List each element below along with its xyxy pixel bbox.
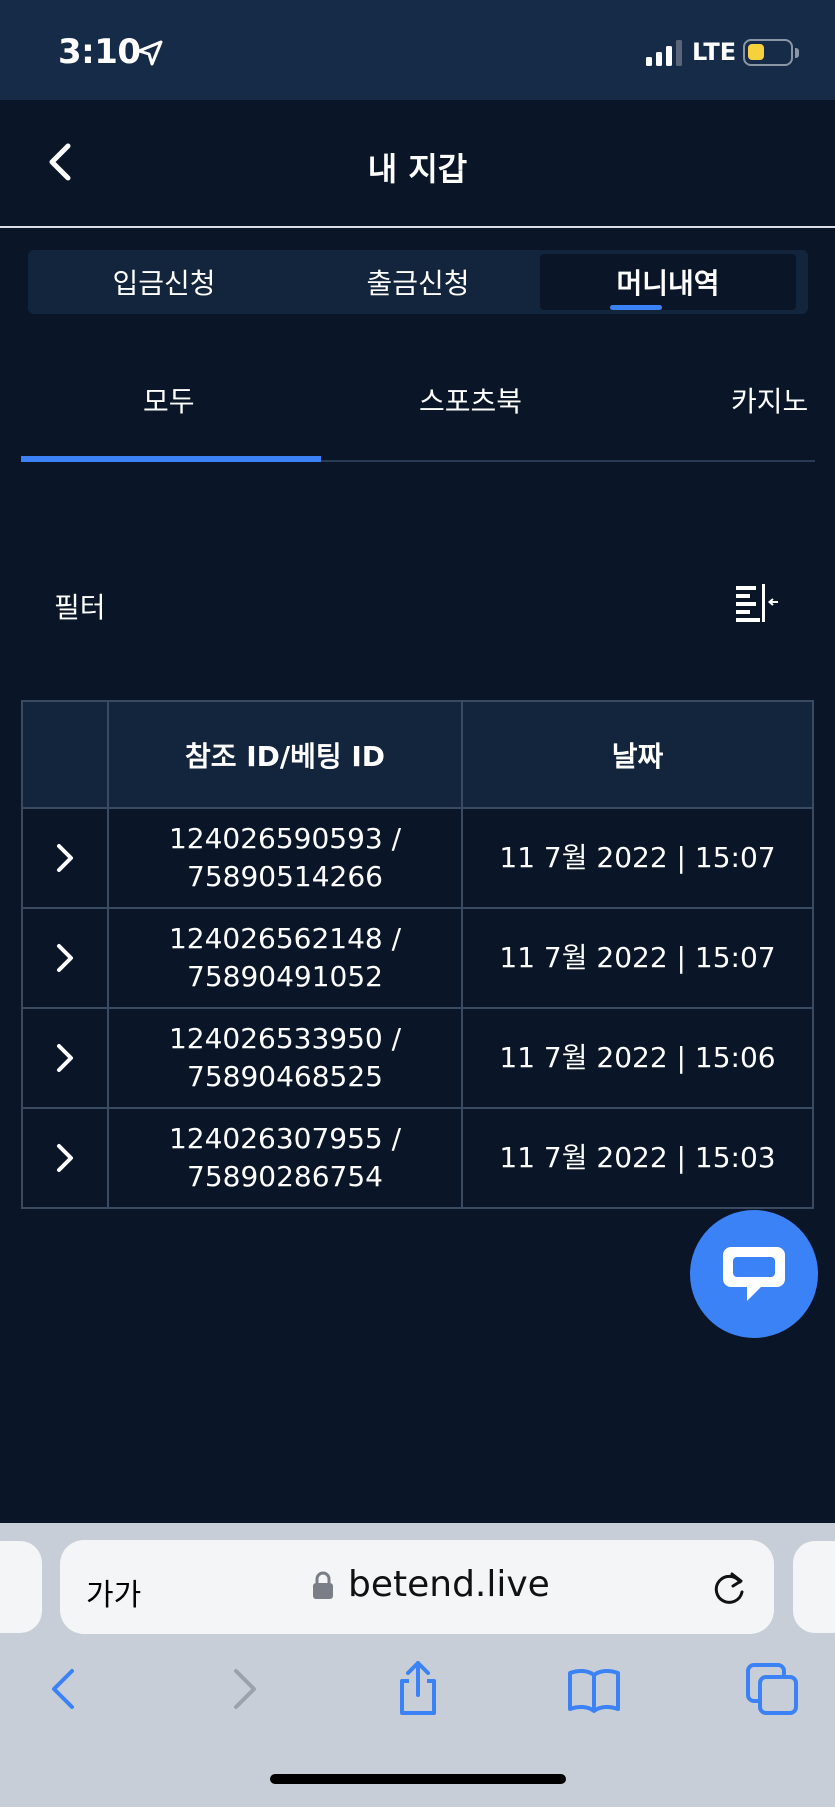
address-bar[interactable]: 가가 betend.live xyxy=(60,1540,774,1634)
ref-cell: 124026562148 / 75890491052 xyxy=(107,907,463,1009)
subtab-all[interactable]: 모두 xyxy=(143,380,195,420)
chat-icon xyxy=(723,1247,785,1301)
tab-money-history[interactable]: 머니내역 xyxy=(540,254,796,310)
battery-icon xyxy=(743,39,793,66)
ref-id: 124026590593 / xyxy=(168,822,402,855)
lock-icon xyxy=(313,1571,333,1599)
bet-id: 75890286754 xyxy=(187,1160,383,1193)
bet-id: 75890468525 xyxy=(187,1060,383,1093)
ref-cell: 124026307955 / 75890286754 xyxy=(107,1107,463,1209)
tabs-icon[interactable] xyxy=(744,1661,800,1717)
filter-icon[interactable] xyxy=(734,580,780,624)
chevron-right-icon[interactable] xyxy=(53,841,77,875)
table-row[interactable]: 124026533950 / 75890468525 11 7월 2022 | 1… xyxy=(21,1007,814,1109)
home-indicator xyxy=(270,1774,566,1784)
sub-tabs: 모두 스포츠북 카지노 xyxy=(21,360,815,464)
chevron-right-icon[interactable] xyxy=(53,1041,77,1075)
subtab-active-indicator xyxy=(21,456,321,462)
date-cell: 11 7월 2022 | 15:07 xyxy=(461,807,814,909)
battery-level xyxy=(748,44,764,60)
reload-icon[interactable] xyxy=(710,1568,748,1608)
active-tab-indicator xyxy=(610,305,662,310)
chevron-right-icon[interactable] xyxy=(53,941,77,975)
header: 내 지갑 xyxy=(0,100,835,228)
bet-id: 75890491052 xyxy=(187,960,383,993)
table-row[interactable]: 124026590593 / 75890514266 11 7월 2022 | 1… xyxy=(21,807,814,909)
subtab-sportsbook[interactable]: 스포츠북 xyxy=(419,380,522,420)
status-time: 3:10 xyxy=(58,32,141,72)
tab-deposit[interactable]: 입금신청 xyxy=(36,254,292,310)
ref-id: 124026307955 / xyxy=(168,1122,402,1155)
url-text[interactable]: betend.live xyxy=(348,1564,550,1605)
date-cell: 11 7월 2022 | 15:07 xyxy=(461,907,814,1009)
text-size-button[interactable]: 가가 xyxy=(86,1570,141,1614)
subtab-casino[interactable]: 카지노 xyxy=(731,380,808,420)
tab-withdraw[interactable]: 출금신청 xyxy=(290,254,546,310)
expand-cell[interactable] xyxy=(21,907,109,1009)
chat-button[interactable] xyxy=(690,1210,818,1338)
date-cell: 11 7월 2022 | 15:03 xyxy=(461,1107,814,1209)
top-tabs: 입금신청 출금신청 머니내역 xyxy=(28,250,808,314)
expand-cell[interactable] xyxy=(21,1107,109,1209)
ref-column-header: 참조 ID/베팅 ID xyxy=(107,700,463,809)
next-tab-preview[interactable] xyxy=(793,1541,835,1633)
ref-id: 124026533950 / xyxy=(168,1022,402,1055)
table-header-row: 참조 ID/베팅 ID 날짜 xyxy=(21,700,814,809)
signal-icon xyxy=(646,40,682,66)
ref-cell: 124026590593 / 75890514266 xyxy=(107,807,463,909)
bookmarks-icon[interactable] xyxy=(566,1661,622,1717)
battery-tip xyxy=(795,48,799,58)
location-arrow-icon xyxy=(137,40,163,66)
expand-cell[interactable] xyxy=(21,1007,109,1109)
ref-cell: 124026533950 / 75890468525 xyxy=(107,1007,463,1109)
date-cell: 11 7월 2022 | 15:06 xyxy=(461,1007,814,1109)
nav-forward-icon[interactable] xyxy=(216,1661,272,1717)
status-bar: 3:10 LTE xyxy=(0,0,835,100)
page-title: 내 지갑 xyxy=(367,150,468,188)
filter-label: 필터 xyxy=(54,591,106,624)
table-row[interactable]: 124026562148 / 75890491052 11 7월 2022 | 1… xyxy=(21,907,814,1009)
expand-cell[interactable] xyxy=(21,807,109,909)
network-type: LTE xyxy=(692,38,737,66)
ref-id: 124026562148 / xyxy=(168,922,402,955)
date-column-header: 날짜 xyxy=(461,700,814,809)
bet-id: 75890514266 xyxy=(187,860,383,893)
table-row[interactable]: 124026307955 / 75890286754 11 7월 2022 | 1… xyxy=(21,1107,814,1209)
share-icon[interactable] xyxy=(390,1661,446,1717)
browser-toolbar: 가가 betend.live xyxy=(0,1523,835,1807)
transactions-table: 참조 ID/베팅 ID 날짜 124026590593 / 75890514266… xyxy=(21,700,814,1209)
previous-tab-preview[interactable] xyxy=(0,1541,42,1633)
expand-column-header xyxy=(21,700,109,809)
nav-back-icon[interactable] xyxy=(36,1661,92,1717)
chevron-right-icon[interactable] xyxy=(53,1141,77,1175)
